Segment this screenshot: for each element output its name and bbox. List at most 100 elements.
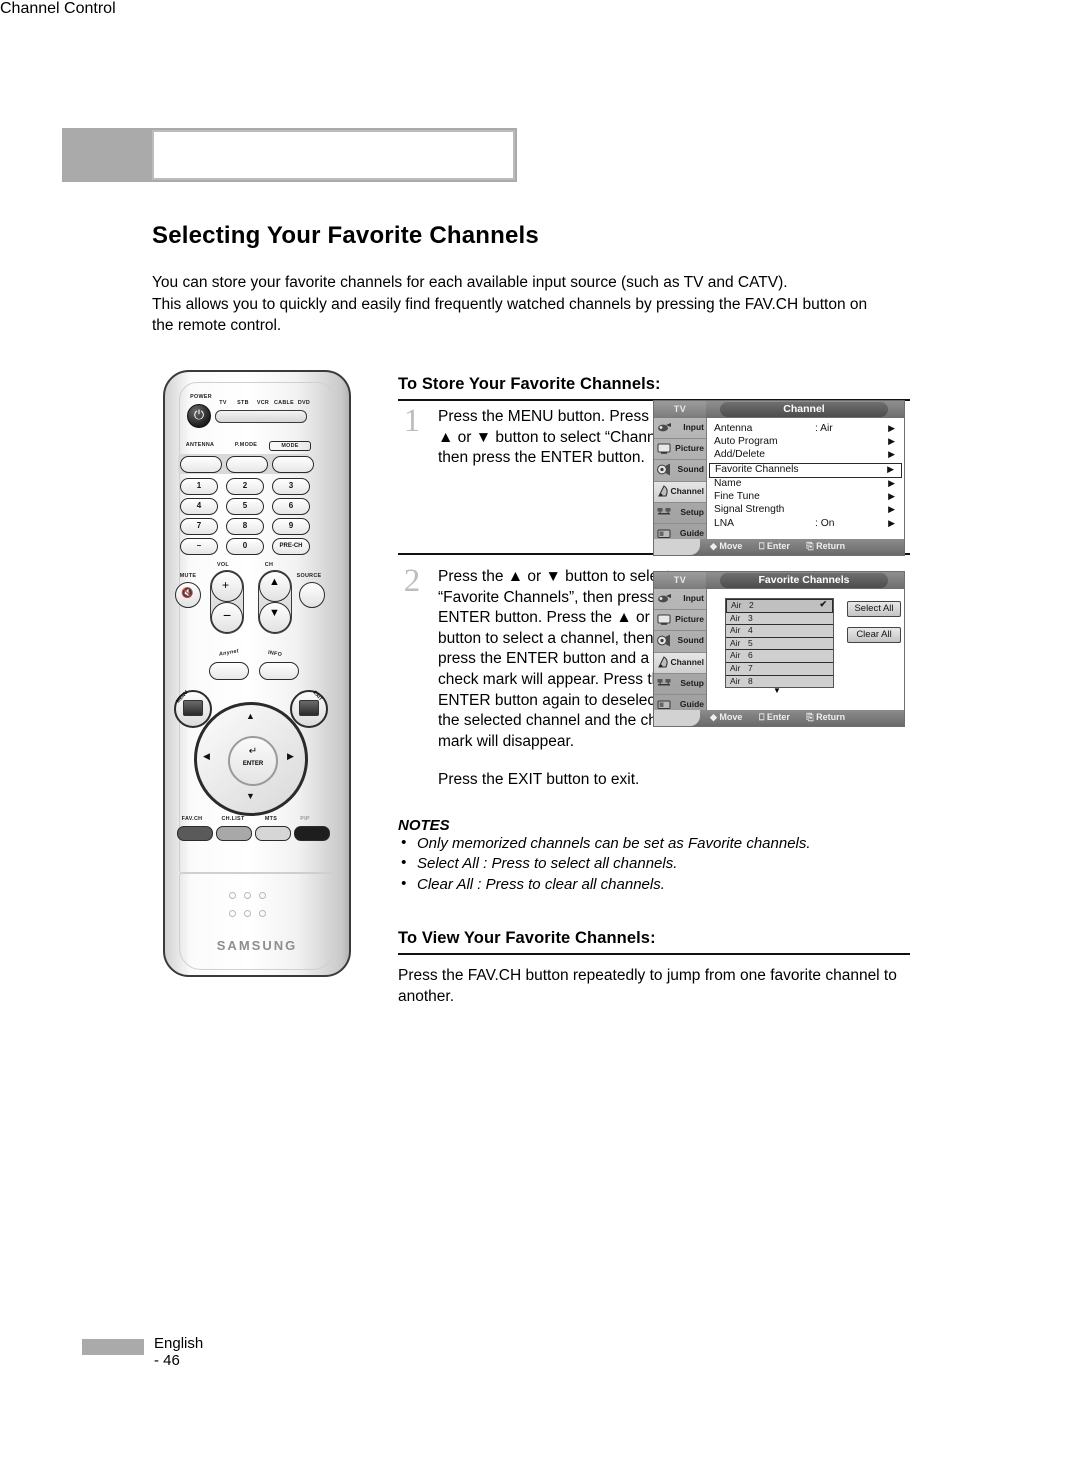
volume-down-button[interactable]: − [211, 602, 243, 633]
hint-move-label: Move [719, 541, 743, 551]
key-5[interactable]: 5 [226, 498, 264, 515]
remote-body: POWER TV STB VCR CABLE DVD ANTENNA P.MOD… [163, 370, 351, 977]
menu-value-lna: : On [815, 517, 835, 529]
key-6[interactable]: 6 [272, 498, 310, 515]
antenna-button[interactable] [180, 456, 222, 473]
mts-button[interactable] [255, 826, 291, 841]
chevron-right-icon: ▶ [888, 504, 895, 515]
dpad-right-icon[interactable]: ▶ [287, 751, 294, 762]
channel-row[interactable]: Air 7 [726, 663, 833, 676]
dpad-down-icon[interactable]: ▼ [246, 791, 255, 801]
sidebar-item-input[interactable]: Input [654, 589, 706, 611]
anynet-button[interactable] [209, 662, 249, 680]
key-dash[interactable]: – [180, 538, 218, 555]
chlist-button[interactable] [216, 826, 252, 841]
guide-icon [657, 698, 672, 711]
sidebar-item-setup[interactable]: Setup [654, 674, 706, 695]
menu-row-antenna[interactable]: Antenna : Air ▶ [707, 423, 904, 436]
sidebar-item-sound[interactable]: Sound [654, 631, 706, 653]
select-all-button[interactable]: Select All [847, 601, 901, 617]
channel-number: 3 [748, 612, 753, 623]
menu-row-signal-strength[interactable]: Signal Strength ▶ [707, 504, 904, 517]
osd-favorite-body: Input Picture Sound Channel Setup Guide … [654, 589, 904, 717]
key-2[interactable]: 2 [226, 478, 264, 495]
sidebar-item-setup[interactable]: Setup [654, 503, 706, 524]
menu-row-favorite-channels[interactable]: Favorite Channels ▶ [709, 462, 902, 478]
dpad-left-icon[interactable]: ◀ [203, 751, 210, 762]
key-7[interactable]: 7 [180, 518, 218, 535]
channel-row[interactable]: Air 6 [726, 650, 833, 663]
view-heading: To View Your Favorite Channels: [398, 929, 656, 948]
footer-hints: ◆ Move ⎕ Enter ⎘ Return [710, 712, 859, 723]
power-button[interactable] [187, 404, 211, 428]
mode-label-stb: STB [237, 400, 249, 406]
channel-row[interactable]: Air 4 [726, 625, 833, 638]
brand-logo: SAMSUNG [216, 938, 298, 953]
key-1[interactable]: 1 [180, 478, 218, 495]
chlist-label: CH.LIST [221, 816, 245, 822]
source-label: SOURCE [296, 573, 322, 579]
key-0[interactable]: 0 [226, 538, 264, 555]
mode-button[interactable] [272, 456, 314, 473]
page-number: English - 46 [154, 1335, 204, 1369]
osd-favorite-sidebar: Input Picture Sound Channel Setup Guide [654, 589, 706, 717]
footer-notch [654, 710, 700, 726]
channel-down-button[interactable]: ▼ [259, 602, 291, 633]
sidebar-item-channel[interactable]: Channel [654, 481, 706, 503]
sidebar-item-picture[interactable]: Picture [654, 610, 706, 632]
osd-favorite-source-label: TV [654, 572, 706, 589]
channel-row-selected[interactable]: Air 2 ✔ [726, 599, 833, 613]
key-9[interactable]: 9 [272, 518, 310, 535]
scroll-down-icon[interactable]: ▼ [773, 686, 781, 695]
mute-icon: 🔇 [181, 588, 194, 599]
hint-enter-label: Enter [766, 712, 790, 722]
mts-label: MTS [264, 816, 278, 822]
menu-row-lna[interactable]: LNA : On ▶ [707, 518, 904, 531]
chapter-title: Channel Control [0, 0, 116, 17]
mode-selector-bar[interactable] [215, 410, 307, 423]
channel-row[interactable]: Air 5 [726, 638, 833, 651]
menu-row-auto-program[interactable]: Auto Program ▶ [707, 436, 904, 449]
exit-button[interactable]: EXIT [290, 690, 328, 728]
mute-button[interactable]: 🔇 [175, 582, 201, 608]
key-8[interactable]: 8 [226, 518, 264, 535]
channel-band: Air [731, 600, 742, 610]
sidebar-label-setup: Setup [680, 677, 704, 688]
key-4[interactable]: 4 [180, 498, 218, 515]
channel-row[interactable]: Air 3 [726, 613, 833, 626]
clear-all-button[interactable]: Clear All [847, 627, 901, 643]
sidebar-item-channel[interactable]: Channel [654, 652, 706, 674]
enter-button[interactable]: ↵ ENTER [228, 736, 278, 786]
osd-channel-menu: TV Channel Input Picture Sound Channel S… [653, 400, 905, 556]
channel-number: 5 [748, 637, 753, 648]
info-button[interactable] [259, 662, 299, 680]
navigation-pad[interactable]: ▲ ▼ ◀ ▶ ↵ ENTER [194, 702, 308, 816]
key-prech[interactable]: PRE-CH [272, 538, 310, 555]
menu-row-add-delete[interactable]: Add/Delete ▶ [707, 449, 904, 462]
pmode-button[interactable] [226, 456, 268, 473]
dpad-up-icon[interactable]: ▲ [246, 711, 255, 721]
menu-row-name[interactable]: Name ▶ [707, 478, 904, 491]
menu-label-lna: LNA [714, 517, 735, 529]
pip-button[interactable] [294, 826, 330, 841]
channel-up-button[interactable]: ▲ [259, 571, 291, 602]
hole [244, 910, 251, 917]
sidebar-item-input[interactable]: Input [654, 418, 706, 440]
volume-up-button[interactable]: + [211, 571, 243, 602]
key-3[interactable]: 3 [272, 478, 310, 495]
favch-button[interactable] [177, 826, 213, 841]
picture-icon [657, 613, 672, 626]
source-button[interactable] [299, 582, 325, 608]
notes-block: NOTES Only memorized channels can be set… [398, 817, 910, 896]
plus-icon: + [222, 578, 230, 592]
step-2-number: 2 [403, 563, 421, 599]
favorite-channel-list[interactable]: Air 2 ✔ Air 3 Air 4 Air 5 Air 6 Air 7 Ai… [725, 598, 834, 689]
manual-page: Channel Control Selecting Your Favorite … [0, 0, 1080, 1473]
step-2-exit-text: Press the EXIT button to exit. [438, 771, 640, 789]
chevron-right-icon: ▶ [888, 491, 895, 502]
footer-notch [654, 539, 700, 555]
menu-row-fine-tune[interactable]: Fine Tune ▶ [707, 491, 904, 504]
sidebar-item-sound[interactable]: Sound [654, 460, 706, 482]
sidebar-item-picture[interactable]: Picture [654, 439, 706, 461]
channel-band: Air [730, 637, 741, 648]
